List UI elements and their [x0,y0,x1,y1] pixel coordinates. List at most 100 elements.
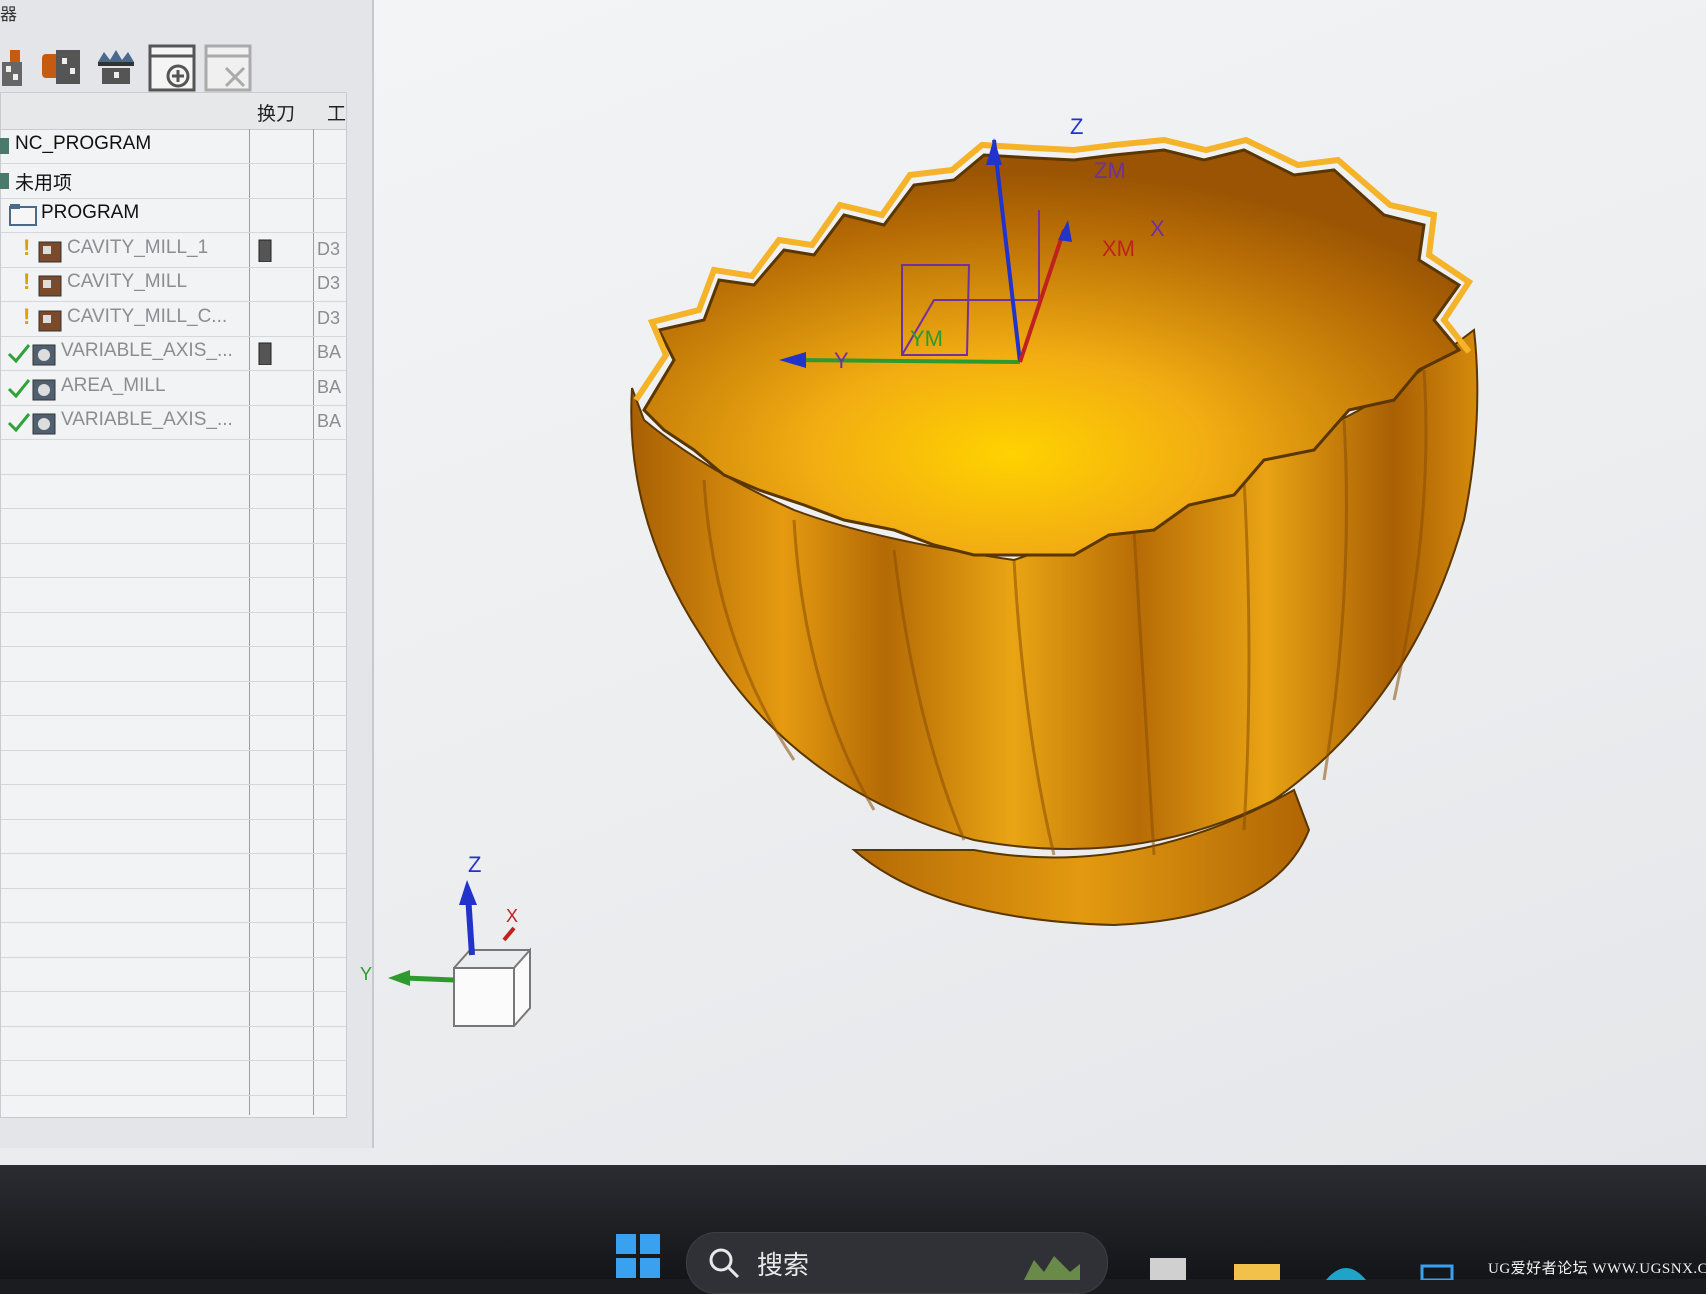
cavity-mill-icon [38,310,62,331]
table-row[interactable]: VARIABLE_AXIS_... BA [1,405,346,440]
tree-node-icon [0,172,9,189]
operation-work-value: BA [317,411,342,431]
cavity-mill-icon [38,241,62,262]
operation-name: PROGRAM [41,202,140,223]
operation-work-value: D3 [317,273,341,293]
create-operation-button[interactable] [148,44,196,92]
taskbar-app-2[interactable] [1148,1256,1188,1285]
empty-row [1,819,346,854]
operation-name: CAVITY_MILL_C... [67,305,228,327]
graphics-viewport[interactable]: Z ZM X XM Y YM Z X Y [360,0,1706,1170]
empty-row [1,647,346,682]
taskbar-file-explorer[interactable] [1232,1262,1282,1285]
empty-row [1,888,346,923]
operation-icon [32,413,56,435]
operation-name: NC_PROGRAM [15,133,152,154]
taskbar-app-3[interactable] [1420,1264,1454,1285]
empty-row [1,992,346,1027]
empty-row [1,1026,346,1061]
table-row[interactable]: NC_PROGRAM [0,129,346,164]
view-triad[interactable] [388,880,531,1027]
monitor-screen: 器 换刀 工 NC_PROGRAM 未用项 PROGRAM ! CAVITY_M… [0,0,1706,1180]
empty-row [1,474,346,509]
operation-name: VARIABLE_AXIS_... [61,409,233,430]
search-icon [709,1248,740,1279]
delete-operation-button[interactable] [204,44,252,92]
mcs-ym-label: YM [910,326,943,351]
operation-name: 未用项 [15,172,73,194]
operation-navigator: 器 换刀 工 NC_PROGRAM 未用项 PROGRAM ! CAVITY_M… [0,0,374,1148]
program-folder-icon [9,204,37,226]
operation-work-value: BA [317,376,342,397]
windows-logo-icon [616,1234,660,1278]
triad-y-arrow [388,970,410,986]
triad-y-label: Y [360,964,373,984]
table-row[interactable]: 未用项 [0,164,346,199]
tool-change-icon [258,342,272,365]
table-row[interactable]: AREA_MILL BA [1,371,346,406]
machine-tool-view-button[interactable] [40,44,84,88]
empty-row [1,612,346,647]
forum-watermark: UG爱好者论坛 WWW.UGSNX.COM [1488,1261,1706,1277]
app-icon [1420,1264,1454,1282]
empty-row [1,1061,346,1096]
triad-cube [453,947,531,1027]
tool-change-icon [258,239,272,262]
operation-name: AREA_MILL [61,374,166,396]
check-icon [7,378,31,398]
empty-row [1,681,346,716]
operation-tree-table: 换刀 工 NC_PROGRAM 未用项 PROGRAM ! CAVITY_MILL_1 D… [0,92,347,1118]
operation-work-value: D3 [317,307,341,328]
mcs-y-axis [793,358,1021,364]
empty-row [1,509,346,544]
empty-row [1,750,346,785]
delete-icon [204,44,252,92]
operation-work-value: BA [317,342,342,362]
app-icon [1150,1258,1186,1280]
empty-row [1,957,346,992]
table-header: 换刀 工 [1,93,346,130]
machine-tool-icon [42,50,80,84]
operation-name: VARIABLE_AXIS_... [61,340,233,361]
browser-icon [1326,1268,1366,1280]
column-header-tool-change[interactable]: 换刀 [257,99,295,126]
triad-x-axis [502,926,516,942]
table-row[interactable]: PROGRAM [1,198,346,233]
triad-z-label: Z [468,852,482,877]
navigator-toolbar [0,30,372,92]
operation-icon [32,379,56,400]
add-icon [148,44,196,92]
empty-row [1,785,346,820]
start-button[interactable] [614,1232,662,1285]
triad-x-label: X [506,906,519,926]
empty-row [1,543,346,578]
table-row[interactable]: ! CAVITY_MILL_1 D3 [1,233,346,268]
program-order-view-button[interactable] [0,44,44,88]
taskbar-app-1[interactable] [1020,1250,1084,1285]
empty-row [1,854,346,889]
warning-icon: ! [23,269,31,294]
triad-z-arrow [459,880,477,905]
table-row[interactable]: ! CAVITY_MILL_C... D3 [1,302,346,337]
operation-work-value: D3 [317,238,341,259]
taskbar-edge-browser[interactable] [1322,1262,1370,1285]
search-placeholder: 搜索 [757,1250,810,1280]
tree-node-icon [0,138,9,154]
program-view-icon [2,50,22,86]
mcs-z-arrow [986,138,1002,165]
warning-icon: ! [23,303,31,329]
panel-title: 器 [0,5,17,24]
geometry-view-button[interactable] [94,44,138,88]
mcs-zm-label: ZM [1094,158,1126,183]
mcs-x-label: X [1150,216,1165,241]
check-icon [7,413,31,433]
mcs-xm-label: XM [1102,236,1135,261]
empty-row [1,440,346,475]
geometry-view-icon [98,50,134,84]
cavity-mill-icon [38,275,62,297]
model-canvas [388,136,1479,1027]
table-row[interactable]: ! CAVITY_MILL D3 [1,267,346,302]
column-header-work[interactable]: 工 [327,99,346,126]
table-row[interactable]: VARIABLE_AXIS_... BA [1,336,346,371]
warning-icon: ! [23,234,31,260]
